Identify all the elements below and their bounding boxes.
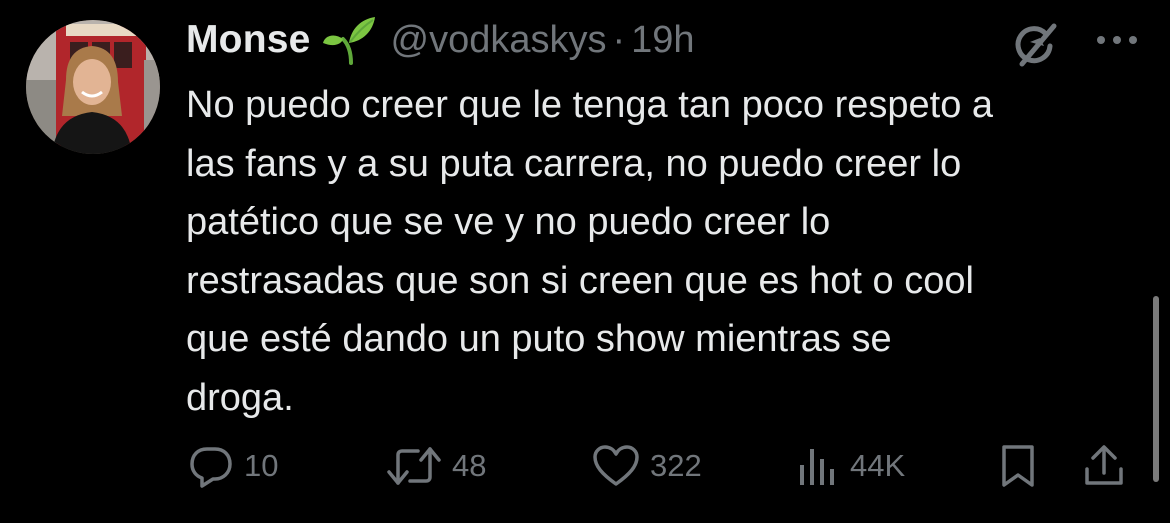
retweet-icon [387,447,441,485]
tweet-text-line: No puedo creer que le tenga tan poco res… [186,84,994,126]
tweet-text-line: droga. [186,376,294,419]
tweet-text-line: patético que se ve y no puedo creer lo [186,201,831,243]
like-count: 322 [650,448,702,483]
avatar-photo [26,20,160,154]
avatar[interactable] [26,20,160,154]
handle[interactable]: @vodkaskys [391,19,607,62]
bookmark-button[interactable] [998,438,1038,494]
timestamp[interactable]: 19h [631,19,694,62]
bookmark-icon [1002,445,1034,487]
tweet-text-line: las fans y a su puta carrera, no puedo c… [186,142,962,185]
views-count: 44K [850,448,906,483]
action-bar: 10 48 322 44K [186,438,1146,494]
tweet-text-line: restrasadas que son si creen que es hot … [186,259,974,302]
like-button[interactable]: 322 [592,438,702,494]
separator-dot: · [612,18,626,61]
display-name[interactable]: Monse [186,18,311,62]
reply-icon [190,447,232,488]
views-button[interactable]: 44K [798,438,905,494]
reply-count: 10 [244,448,279,483]
grok-icon[interactable] [1010,20,1060,70]
retweet-count: 48 [452,448,487,483]
more-icon[interactable] [1094,26,1140,54]
views-icon [800,449,834,485]
tweet-text-line: que esté dando un puto show mientras se [186,318,892,360]
share-icon [1085,445,1123,485]
tweet-header: Monse @vodkaskys · 19h [186,12,695,68]
tweet[interactable]: Monse @vodkaskys · 19h No puedo creer qu… [0,0,1170,523]
reply-button[interactable]: 10 [188,438,278,494]
tweet-text: No puedo creer que le tenga tan poco res… [186,76,1146,427]
share-button[interactable] [1082,438,1126,494]
sprout-emoji [322,17,375,65]
heart-icon [593,445,639,486]
retweet-button[interactable]: 48 [386,438,486,494]
scrollbar[interactable] [1153,296,1159,482]
